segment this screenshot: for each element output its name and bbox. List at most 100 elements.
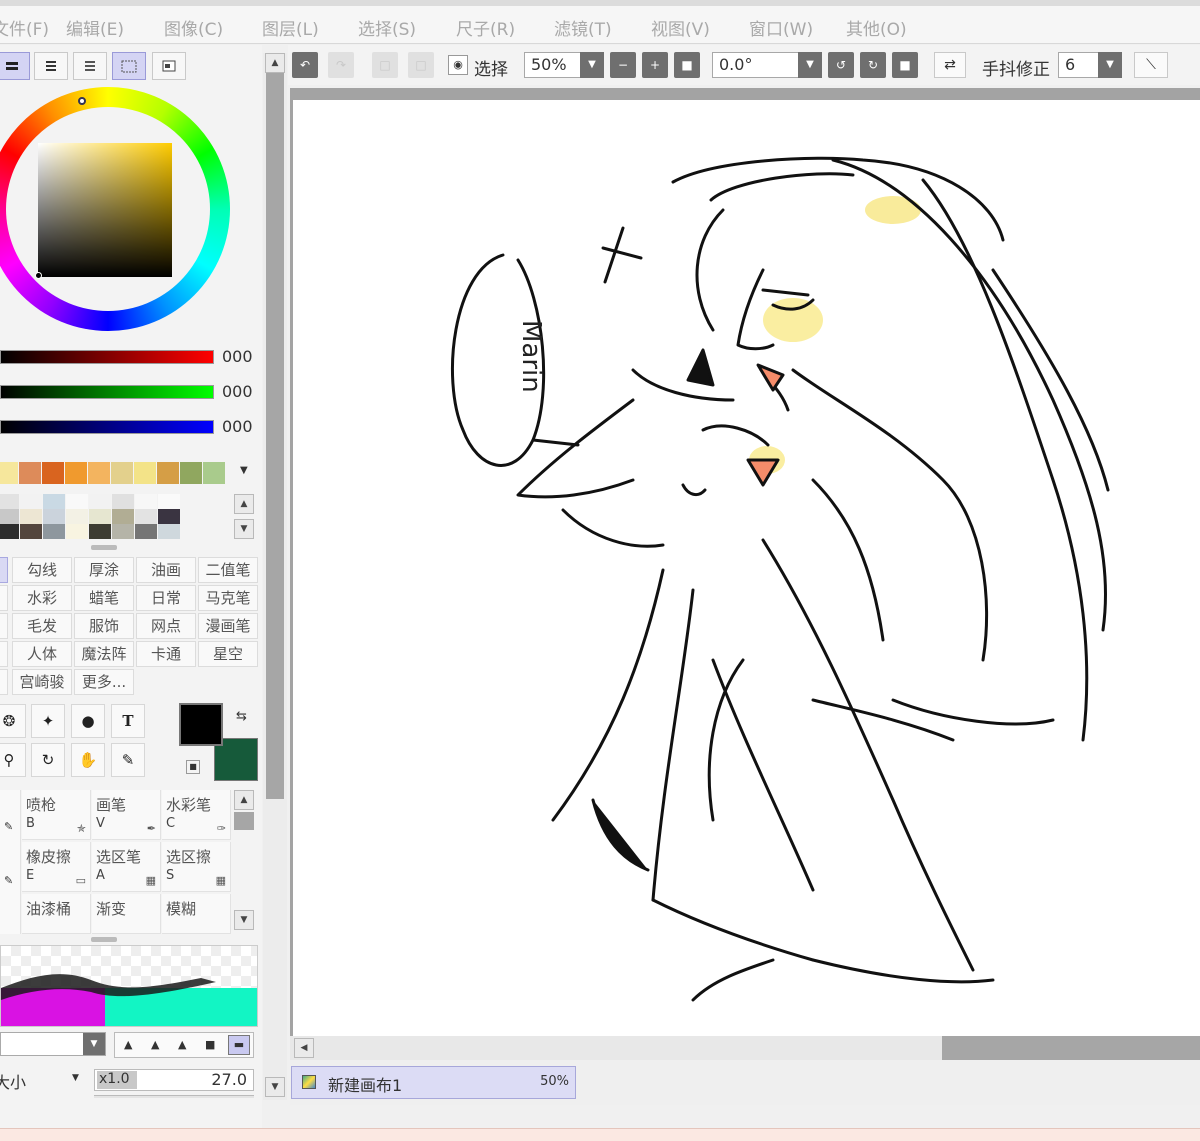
color-mode-wheel-button[interactable] — [0, 52, 30, 80]
color-swatch[interactable] — [180, 462, 202, 484]
color-swatch[interactable] — [0, 462, 18, 484]
tool-pen[interactable]: 画笔 V ✒ — [92, 790, 161, 840]
swap-colors-icon[interactable]: ⇆ — [236, 709, 247, 724]
rotate-tool[interactable]: ↻ — [31, 743, 65, 777]
palette-swatch[interactable] — [158, 494, 180, 509]
palette-swatch[interactable] — [43, 494, 65, 509]
palette-swatch[interactable] — [112, 509, 134, 524]
lasso-tool[interactable]: ❂ — [0, 704, 26, 738]
brush-preset[interactable]: 油画 — [136, 557, 196, 583]
brush-preset[interactable]: 魔法阵 — [74, 641, 134, 667]
menu-image[interactable]: 图像(C) — [164, 15, 223, 40]
panel-scrollbar[interactable]: ▲ ▼ — [263, 53, 287, 1100]
color-swatch[interactable] — [157, 462, 179, 484]
angle-dropdown[interactable]: 0.0° ▼ — [712, 52, 822, 78]
palette-swatch[interactable] — [135, 494, 157, 509]
swatch-scroll-down[interactable]: ▼ — [234, 519, 254, 539]
tool-bucket[interactable]: 油漆桶 — [22, 894, 91, 934]
size-dropdown-icon[interactable]: ▼ — [72, 1073, 79, 1083]
color-swatch[interactable] — [111, 462, 133, 484]
rotate-reset-button[interactable]: ■ — [892, 52, 918, 78]
brush-preset-edge[interactable] — [0, 585, 8, 611]
canvas-paper[interactable]: Marin — [293, 100, 1200, 1038]
tool-watercolor[interactable]: 水彩笔 C ✑ — [162, 790, 231, 840]
panel-scroll-down[interactable]: ▼ — [265, 1077, 285, 1097]
color-mode-swatch-button[interactable] — [152, 52, 186, 80]
brush-size-multiplier[interactable]: x1.0 — [97, 1071, 137, 1089]
color-swatch[interactable] — [19, 462, 41, 484]
brush-more-button[interactable]: 更多... — [74, 669, 134, 695]
blue-slider[interactable] — [0, 420, 214, 434]
brush-preset[interactable]: 水彩 — [12, 585, 72, 611]
color-swatch[interactable] — [203, 462, 225, 484]
tip-medium-icon[interactable]: ▲ — [151, 1038, 159, 1051]
menu-file[interactable]: 文件(F) — [0, 15, 49, 40]
sv-marker[interactable] — [35, 272, 42, 279]
palette-swatch[interactable] — [0, 524, 19, 539]
tool-selection-pen[interactable]: 选区笔 A ▦ — [92, 842, 161, 892]
palette-swatch[interactable] — [66, 494, 88, 509]
undo-button[interactable]: ↶ — [292, 52, 318, 78]
rotate-right-button[interactable]: ↻ — [860, 52, 886, 78]
menu-select[interactable]: 选择(S) — [358, 15, 416, 40]
palette-swatch[interactable] — [89, 524, 111, 539]
palette-swatch[interactable] — [158, 509, 180, 524]
panel-splitter[interactable] — [91, 937, 117, 942]
brush-preset[interactable]: 勾线 — [12, 557, 72, 583]
tool-scroll-down[interactable]: ▼ — [234, 910, 254, 930]
brush-preset[interactable]: 毛发 — [12, 613, 72, 639]
tool-blur[interactable]: 模糊 — [162, 894, 231, 934]
brush-preset[interactable]: 服饰 — [74, 613, 134, 639]
palette-swatch[interactable] — [66, 509, 88, 524]
tip-soft-icon[interactable]: ▲ — [124, 1038, 132, 1051]
palette-swatch[interactable] — [158, 524, 180, 539]
tool-scroll-up[interactable]: ▲ — [234, 790, 254, 810]
color-swatch[interactable] — [42, 462, 64, 484]
panel-scroll-up[interactable]: ▲ — [265, 53, 285, 73]
tool-airbrush[interactable]: 喷枪 B ✯ — [22, 790, 91, 840]
panel-scroll-thumb[interactable] — [266, 73, 284, 799]
brush-preset-edge[interactable] — [0, 613, 8, 639]
brush-preset[interactable]: 宫崎骏 — [12, 669, 72, 695]
brush-preset[interactable]: 漫画笔 — [198, 613, 258, 639]
brush-preset[interactable]: 网点 — [136, 613, 196, 639]
canvas-horizontal-scrollbar[interactable]: ◀ — [290, 1036, 1200, 1060]
menu-ruler[interactable]: 尺子(R) — [456, 15, 515, 40]
palette-swatch[interactable] — [112, 524, 134, 539]
palette-swatch[interactable] — [43, 524, 65, 539]
menu-view[interactable]: 视图(V) — [651, 15, 710, 40]
brush-preset[interactable]: 二值笔 — [198, 557, 258, 583]
color-mode-palette-button[interactable] — [112, 52, 146, 80]
tool-scroll-thumb[interactable] — [234, 812, 254, 830]
palette-swatch[interactable] — [135, 509, 157, 524]
brush-preset[interactable]: 蜡笔 — [74, 585, 134, 611]
palette-swatch[interactable] — [135, 524, 157, 539]
brush-size-field[interactable]: x1.0 27.0 — [94, 1069, 254, 1091]
color-mode-hsv-button[interactable] — [73, 52, 107, 80]
deselect-button[interactable]: □ — [372, 52, 398, 78]
flip-horizontal-button[interactable]: ⇄ — [934, 52, 966, 78]
color-swatch[interactable] — [134, 462, 156, 484]
brush-preset[interactable]: 星空 — [198, 641, 258, 667]
panel-splitter[interactable] — [91, 545, 117, 550]
invert-selection-button[interactable]: □ — [408, 52, 434, 78]
red-slider[interactable] — [0, 350, 214, 364]
reset-colors-icon[interactable]: ■ — [186, 760, 200, 774]
tool-gradient[interactable]: 渐变 — [92, 894, 161, 934]
saturation-value-square[interactable] — [38, 143, 172, 277]
color-swatch[interactable] — [88, 462, 110, 484]
brush-preset[interactable]: 卡通 — [136, 641, 196, 667]
tool-selection-eraser[interactable]: 选区擦 S ▦ — [162, 842, 231, 892]
zoom-reset-button[interactable]: ■ — [674, 52, 700, 78]
palette-swatch[interactable] — [112, 494, 134, 509]
tip-hard-icon[interactable]: ▲ — [178, 1038, 186, 1051]
tool-eraser[interactable]: 橡皮擦 E ▭ — [22, 842, 91, 892]
menu-layer[interactable]: 图层(L) — [262, 15, 319, 40]
brush-preset[interactable]: 马克笔 — [198, 585, 258, 611]
palette-swatch[interactable] — [89, 494, 111, 509]
redo-button[interactable]: ↷ — [328, 52, 354, 78]
palette-swatch[interactable] — [0, 509, 19, 524]
brush-preset[interactable]: 人体 — [12, 641, 72, 667]
brush-shape-dropdown[interactable]: ▼ — [0, 1032, 106, 1056]
palette-swatch[interactable] — [43, 509, 65, 524]
